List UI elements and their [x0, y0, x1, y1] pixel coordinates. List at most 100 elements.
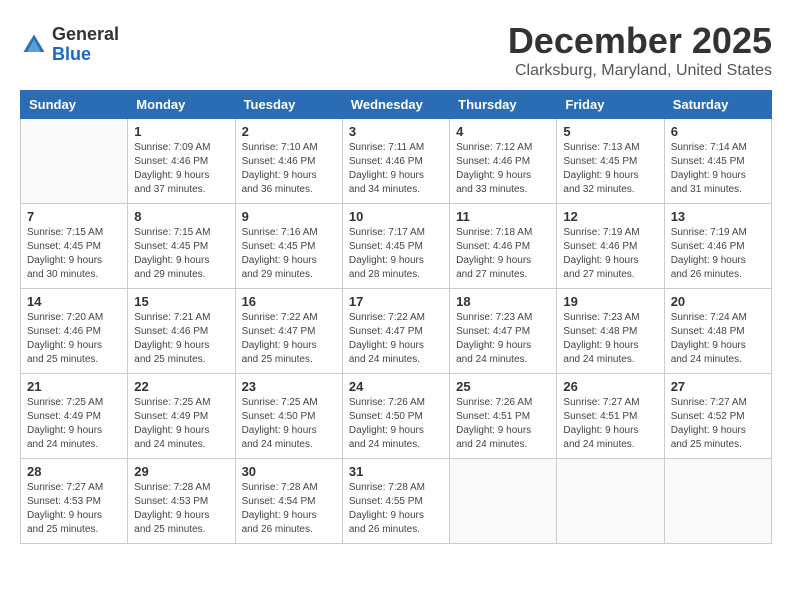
day-number: 19 [563, 294, 657, 309]
day-number: 15 [134, 294, 228, 309]
day-number: 12 [563, 209, 657, 224]
calendar-row: 7 Sunrise: 7:15 AM Sunset: 4:45 PM Daylig… [21, 204, 772, 289]
day-info: Sunrise: 7:18 AM Sunset: 4:46 PM Dayligh… [456, 226, 550, 282]
day-info: Sunrise: 7:13 AM Sunset: 4:45 PM Dayligh… [563, 141, 657, 197]
table-cell: 9 Sunrise: 7:16 AM Sunset: 4:45 PM Daylig… [235, 204, 342, 289]
day-info: Sunrise: 7:24 AM Sunset: 4:48 PM Dayligh… [671, 311, 765, 367]
day-number: 24 [349, 379, 443, 394]
logo-text: General Blue [52, 25, 119, 65]
day-info: Sunrise: 7:19 AM Sunset: 4:46 PM Dayligh… [563, 226, 657, 282]
day-info: Sunrise: 7:11 AM Sunset: 4:46 PM Dayligh… [349, 141, 443, 197]
logo-blue: Blue [52, 44, 91, 64]
table-cell: 19Sunrise: 7:23 AM Sunset: 4:48 PM Dayli… [557, 289, 664, 374]
day-info: Sunrise: 7:19 AM Sunset: 4:46 PM Dayligh… [671, 226, 765, 282]
title-block: December 2025 Clarksburg, Maryland, Unit… [508, 20, 772, 80]
day-info: Sunrise: 7:21 AM Sunset: 4:46 PM Dayligh… [134, 311, 228, 367]
day-number: 2 [242, 124, 336, 139]
day-info: Sunrise: 7:28 AM Sunset: 4:55 PM Dayligh… [349, 481, 443, 537]
day-number: 18 [456, 294, 550, 309]
day-info: Sunrise: 7:20 AM Sunset: 4:46 PM Dayligh… [27, 311, 121, 367]
header-sunday: Sunday [21, 91, 128, 119]
table-cell [557, 459, 664, 544]
day-number: 3 [349, 124, 443, 139]
day-info: Sunrise: 7:16 AM Sunset: 4:45 PM Dayligh… [242, 226, 336, 282]
day-info: Sunrise: 7:26 AM Sunset: 4:50 PM Dayligh… [349, 396, 443, 452]
day-number: 20 [671, 294, 765, 309]
table-cell: 30Sunrise: 7:28 AM Sunset: 4:54 PM Dayli… [235, 459, 342, 544]
day-info: Sunrise: 7:12 AM Sunset: 4:46 PM Dayligh… [456, 141, 550, 197]
table-cell: 29 Sunrise: 7:28 AM Sunset: 4:53 PM Dayli… [128, 459, 235, 544]
table-cell: 2Sunrise: 7:10 AM Sunset: 4:46 PM Daylig… [235, 119, 342, 204]
day-number: 9 [242, 209, 336, 224]
table-cell: 21Sunrise: 7:25 AM Sunset: 4:49 PM Dayli… [21, 374, 128, 459]
table-cell: 1Sunrise: 7:09 AM Sunset: 4:46 PM Daylig… [128, 119, 235, 204]
table-cell: 24 Sunrise: 7:26 AM Sunset: 4:50 PM Dayli… [342, 374, 449, 459]
day-info: Sunrise: 7:22 AM Sunset: 4:47 PM Dayligh… [349, 311, 443, 367]
day-info: Sunrise: 7:27 AM Sunset: 4:52 PM Dayligh… [671, 396, 765, 452]
location-title: Clarksburg, Maryland, United States [508, 62, 772, 80]
weekday-header-row: Sunday Monday Tuesday Wednesday Thursday… [21, 91, 772, 119]
header-thursday: Thursday [450, 91, 557, 119]
day-info: Sunrise: 7:23 AM Sunset: 4:47 PM Dayligh… [456, 311, 550, 367]
day-info: Sunrise: 7:28 AM Sunset: 4:53 PM Dayligh… [134, 481, 228, 537]
day-number: 5 [563, 124, 657, 139]
logo-general: General [52, 24, 119, 44]
day-number: 7 [27, 209, 121, 224]
table-cell: 14 Sunrise: 7:20 AM Sunset: 4:46 PM Dayli… [21, 289, 128, 374]
table-cell: 23Sunrise: 7:25 AM Sunset: 4:50 PM Dayli… [235, 374, 342, 459]
table-cell [664, 459, 771, 544]
table-cell: 26Sunrise: 7:27 AM Sunset: 4:51 PM Dayli… [557, 374, 664, 459]
table-cell: 3 Sunrise: 7:11 AM Sunset: 4:46 PM Daylig… [342, 119, 449, 204]
day-info: Sunrise: 7:27 AM Sunset: 4:51 PM Dayligh… [563, 396, 657, 452]
logo-icon [20, 31, 48, 59]
day-number: 11 [456, 209, 550, 224]
day-info: Sunrise: 7:15 AM Sunset: 4:45 PM Dayligh… [27, 226, 121, 282]
table-cell: 20 Sunrise: 7:24 AM Sunset: 4:48 PM Dayli… [664, 289, 771, 374]
day-info: Sunrise: 7:25 AM Sunset: 4:49 PM Dayligh… [27, 396, 121, 452]
table-cell: 7 Sunrise: 7:15 AM Sunset: 4:45 PM Daylig… [21, 204, 128, 289]
table-cell: 22 Sunrise: 7:25 AM Sunset: 4:49 PM Dayli… [128, 374, 235, 459]
calendar-row: 28 Sunrise: 7:27 AM Sunset: 4:53 PM Dayli… [21, 459, 772, 544]
day-number: 23 [242, 379, 336, 394]
calendar-row: 14 Sunrise: 7:20 AM Sunset: 4:46 PM Dayli… [21, 289, 772, 374]
table-cell: 28 Sunrise: 7:27 AM Sunset: 4:53 PM Dayli… [21, 459, 128, 544]
day-number: 31 [349, 464, 443, 479]
day-number: 10 [349, 209, 443, 224]
table-cell: 12 Sunrise: 7:19 AM Sunset: 4:46 PM Dayli… [557, 204, 664, 289]
day-info: Sunrise: 7:15 AM Sunset: 4:45 PM Dayligh… [134, 226, 228, 282]
day-info: Sunrise: 7:27 AM Sunset: 4:53 PM Dayligh… [27, 481, 121, 537]
table-cell: 15 Sunrise: 7:21 AM Sunset: 4:46 PM Dayli… [128, 289, 235, 374]
page-header: General Blue December 2025 Clarksburg, M… [20, 20, 772, 80]
header-friday: Friday [557, 91, 664, 119]
header-monday: Monday [128, 91, 235, 119]
day-info: Sunrise: 7:14 AM Sunset: 4:45 PM Dayligh… [671, 141, 765, 197]
table-cell: 5 Sunrise: 7:13 AM Sunset: 4:45 PM Daylig… [557, 119, 664, 204]
table-cell: 25Sunrise: 7:26 AM Sunset: 4:51 PM Dayli… [450, 374, 557, 459]
table-cell [21, 119, 128, 204]
day-number: 1 [134, 124, 228, 139]
table-cell: 31 Sunrise: 7:28 AM Sunset: 4:55 PM Dayli… [342, 459, 449, 544]
calendar-row: 21Sunrise: 7:25 AM Sunset: 4:49 PM Dayli… [21, 374, 772, 459]
day-number: 14 [27, 294, 121, 309]
header-tuesday: Tuesday [235, 91, 342, 119]
calendar-table: Sunday Monday Tuesday Wednesday Thursday… [20, 90, 772, 544]
day-number: 4 [456, 124, 550, 139]
day-number: 16 [242, 294, 336, 309]
table-cell: 27Sunrise: 7:27 AM Sunset: 4:52 PM Dayli… [664, 374, 771, 459]
day-info: Sunrise: 7:28 AM Sunset: 4:54 PM Dayligh… [242, 481, 336, 537]
day-number: 25 [456, 379, 550, 394]
table-cell: 17 Sunrise: 7:22 AM Sunset: 4:47 PM Dayli… [342, 289, 449, 374]
day-number: 29 [134, 464, 228, 479]
day-info: Sunrise: 7:25 AM Sunset: 4:49 PM Dayligh… [134, 396, 228, 452]
day-number: 22 [134, 379, 228, 394]
day-number: 8 [134, 209, 228, 224]
day-number: 17 [349, 294, 443, 309]
table-cell: 10Sunrise: 7:17 AM Sunset: 4:45 PM Dayli… [342, 204, 449, 289]
table-cell: 8 Sunrise: 7:15 AM Sunset: 4:45 PM Daylig… [128, 204, 235, 289]
day-number: 6 [671, 124, 765, 139]
table-cell: 13 Sunrise: 7:19 AM Sunset: 4:46 PM Dayli… [664, 204, 771, 289]
day-number: 28 [27, 464, 121, 479]
day-number: 13 [671, 209, 765, 224]
table-cell: 18 Sunrise: 7:23 AM Sunset: 4:47 PM Dayli… [450, 289, 557, 374]
table-cell: 11 Sunrise: 7:18 AM Sunset: 4:46 PM Dayli… [450, 204, 557, 289]
